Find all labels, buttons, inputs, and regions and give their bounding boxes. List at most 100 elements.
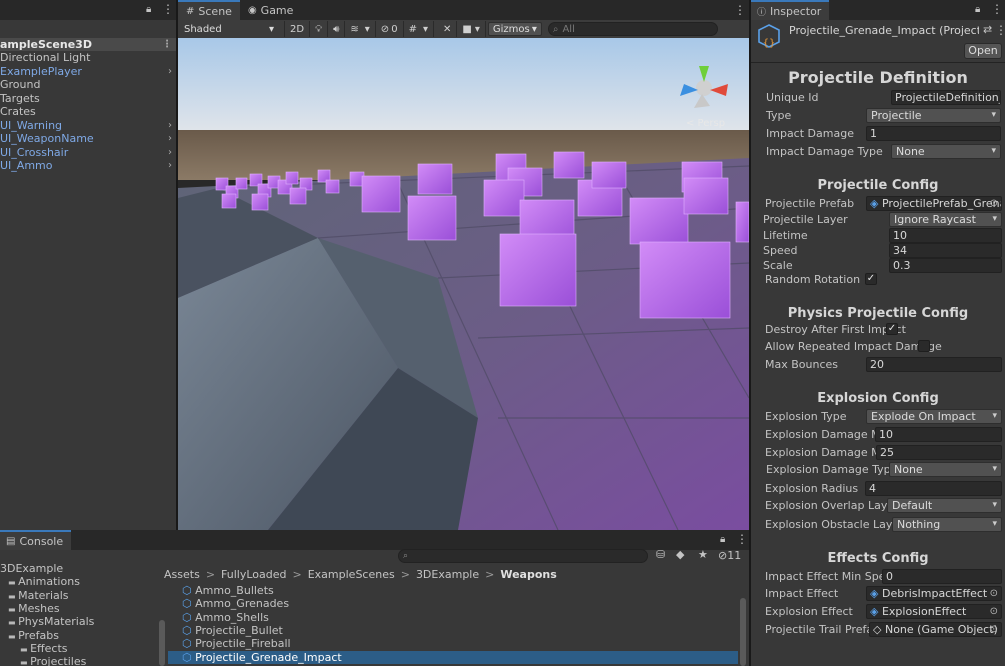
chevron-right-icon[interactable]: › xyxy=(168,146,172,159)
breadcrumb-item[interactable]: FullyLoaded xyxy=(221,568,286,581)
file-item[interactable]: ⬡ Ammo_Bullets xyxy=(168,584,738,597)
random-rotation-checkbox[interactable]: ✓ xyxy=(865,273,877,285)
audio-toggle-button[interactable]: 🔊︎ xyxy=(328,21,346,37)
file-item[interactable]: ⬡ Ammo_Grenades xyxy=(168,597,738,610)
object-picker-icon[interactable]: ⊙ xyxy=(990,587,998,600)
chevron-right-icon[interactable]: › xyxy=(168,65,172,78)
breadcrumb-item[interactable]: 3DExample xyxy=(416,568,479,581)
object-picker-icon[interactable]: ⊙ xyxy=(990,605,998,618)
explosion-obstacle-dropdown[interactable]: Nothing ▾ xyxy=(892,517,1002,532)
explosion-damage-type-dropdown[interactable]: None ▾ xyxy=(889,462,1002,477)
projectile-trail-field[interactable]: ◇ None (Game Object) ⊙ xyxy=(869,622,1002,637)
repeated-impact-checkbox[interactable] xyxy=(918,340,930,352)
breadcrumb-item[interactable]: Assets xyxy=(164,568,200,581)
breadcrumb-item[interactable]: Weapons xyxy=(500,568,556,581)
scriptable-object-icon: ⬡ xyxy=(182,611,196,624)
hierarchy-item[interactable]: UI_WeaponName › xyxy=(0,132,176,145)
folder-item[interactable]: ▬ PhysMaterials xyxy=(8,615,94,628)
folder-item[interactable]: ▬ Materials xyxy=(8,589,69,602)
explosion-overlap-dropdown[interactable]: Default ▾ xyxy=(887,498,1002,513)
open-button[interactable]: Open xyxy=(964,43,1002,59)
tab-inspector[interactable]: ⓘ Inspector xyxy=(751,0,830,20)
label-icon[interactable]: ◆ xyxy=(676,548,684,561)
grid-toggle-button[interactable]: # ▾ xyxy=(404,21,434,37)
impact-damage-type-dropdown[interactable]: None ▾ xyxy=(891,144,1001,159)
hierarchy-item[interactable]: UI_Ammo › xyxy=(0,159,176,172)
projectile-layer-dropdown[interactable]: Ignore Raycast ▾ xyxy=(889,212,1002,227)
explosion-type-dropdown[interactable]: Explode On Impact ▾ xyxy=(866,409,1002,424)
lighting-toggle-button[interactable]: 💡︎ xyxy=(310,21,329,37)
more-menu-icon[interactable]: ⋮ xyxy=(736,532,748,546)
folder-item[interactable]: ▬ Meshes xyxy=(8,602,60,615)
tab-console[interactable]: ▤ Console xyxy=(0,530,72,550)
lock-icon[interactable]: 🔒︎ xyxy=(975,4,980,15)
tab-scene[interactable]: # Scene xyxy=(178,0,240,20)
persp-label[interactable]: < Persp xyxy=(686,118,725,129)
lifetime-field[interactable]: 10 xyxy=(889,228,1002,243)
folder-item[interactable]: ▬ Animations xyxy=(8,575,80,588)
hierarchy-item[interactable]: Targets xyxy=(0,92,176,105)
file-item[interactable]: ⬡ Projectile_Fireball xyxy=(168,637,738,650)
explosion-effect-field[interactable]: ◈ ExplosionEffect ⊙ xyxy=(866,604,1002,619)
camera-button[interactable]: ■ ▾ xyxy=(457,21,486,37)
hidden-packages-count[interactable]: ⊘11 xyxy=(718,549,741,562)
folder-item[interactable]: 3DExample xyxy=(0,562,63,575)
camera-icon: ■ xyxy=(462,23,472,35)
shading-dropdown[interactable]: Shaded ▾ xyxy=(180,22,278,36)
hierarchy-item[interactable]: Ground xyxy=(0,78,176,91)
gizmos-dropdown[interactable]: Gizmos ▾ xyxy=(487,22,542,36)
filter-type-icon[interactable]: ⛁ xyxy=(656,548,665,561)
hierarchy-item[interactable]: Crates xyxy=(0,105,176,118)
hierarchy-item[interactable]: ExamplePlayer › xyxy=(0,65,176,78)
type-dropdown[interactable]: Projectile ▾ xyxy=(866,108,1001,123)
project-search-input[interactable]: ⌕ xyxy=(398,549,648,563)
more-menu-icon[interactable]: ⋮ xyxy=(995,23,1005,37)
tab-game[interactable]: ◉ Game xyxy=(240,0,301,20)
lock-icon[interactable]: 🔒︎ xyxy=(146,4,151,15)
folder-item[interactable]: ▬ Prefabs xyxy=(8,629,59,642)
max-bounces-field[interactable]: 20 xyxy=(866,357,1002,372)
hierarchy-item[interactable]: UI_Warning › xyxy=(0,119,176,132)
hierarchy-item-label: UI_WeaponName xyxy=(0,132,94,145)
chevron-right-icon[interactable]: › xyxy=(168,132,172,145)
scene-viewport[interactable]: < Persp xyxy=(178,38,749,530)
lock-icon[interactable]: 🔒︎ xyxy=(720,534,725,545)
chevron-right-icon[interactable]: › xyxy=(168,119,172,132)
impact-effect-field[interactable]: ◈ DebrisImpactEffect ⊙ xyxy=(866,586,1002,601)
unique-id-field[interactable]: ProjectileDefinition_1 xyxy=(891,90,1001,105)
file-item[interactable]: ⬡ Ammo_Shells xyxy=(168,611,738,624)
chevron-right-icon[interactable]: › xyxy=(168,159,172,172)
explosion-damage-min-field[interactable]: 10 xyxy=(875,427,1002,442)
files-scrollbar[interactable] xyxy=(740,598,746,666)
breadcrumb-item[interactable]: ExampleScenes xyxy=(308,568,395,581)
hidden-objects-button[interactable]: ⊘ 0 xyxy=(376,21,404,37)
folder-item[interactable]: ▬ Effects xyxy=(20,642,68,655)
hierarchy-item[interactable]: ampleScene3D ⋮ xyxy=(0,38,176,51)
hierarchy-item[interactable]: UI_Crosshair › xyxy=(0,146,176,159)
impact-effect-min-speed-field[interactable]: 0 xyxy=(882,569,1002,584)
tree-scrollbar[interactable] xyxy=(159,620,165,666)
more-menu-icon[interactable]: ⋮ xyxy=(734,3,746,17)
impact-damage-field[interactable]: 1 xyxy=(866,126,1001,141)
file-item[interactable]: ⬡ Projectile_Grenade_Impact xyxy=(168,651,738,664)
tools-button[interactable]: ✕ xyxy=(438,21,458,37)
more-menu-icon[interactable]: ⋮ xyxy=(162,2,174,16)
effects-toggle-button[interactable]: ≋ ▾ xyxy=(345,21,376,37)
more-menu-icon[interactable]: ⋮ xyxy=(991,2,1003,16)
scale-field[interactable]: 0.3 xyxy=(889,258,1002,273)
destroy-after-impact-checkbox[interactable]: ✓ xyxy=(886,323,898,335)
more-menu-icon[interactable]: ⋮ xyxy=(162,38,172,51)
object-picker-icon[interactable]: ⊙ xyxy=(990,623,998,636)
file-item[interactable]: ⬡ Projectile_Bullet xyxy=(168,624,738,637)
projectile-prefab-field[interactable]: ◈ ProjectilePrefab_Grena ⊙ xyxy=(866,196,1002,211)
explosion-damage-max-field[interactable]: 25 xyxy=(876,445,1002,460)
hierarchy-item[interactable]: Directional Light xyxy=(0,51,176,64)
2d-toggle-button[interactable]: 2D xyxy=(284,21,311,37)
scene-search-input[interactable]: ⌕ All xyxy=(547,22,718,36)
folder-item[interactable]: ▬ Projectiles xyxy=(20,655,86,666)
settings-icon[interactable]: ⇄ xyxy=(983,23,992,36)
speed-field[interactable]: 34 xyxy=(889,243,1002,258)
object-picker-icon[interactable]: ⊙ xyxy=(990,197,998,210)
favorite-star-icon[interactable]: ★ xyxy=(698,548,708,561)
explosion-radius-field[interactable]: 4 xyxy=(865,481,1002,496)
